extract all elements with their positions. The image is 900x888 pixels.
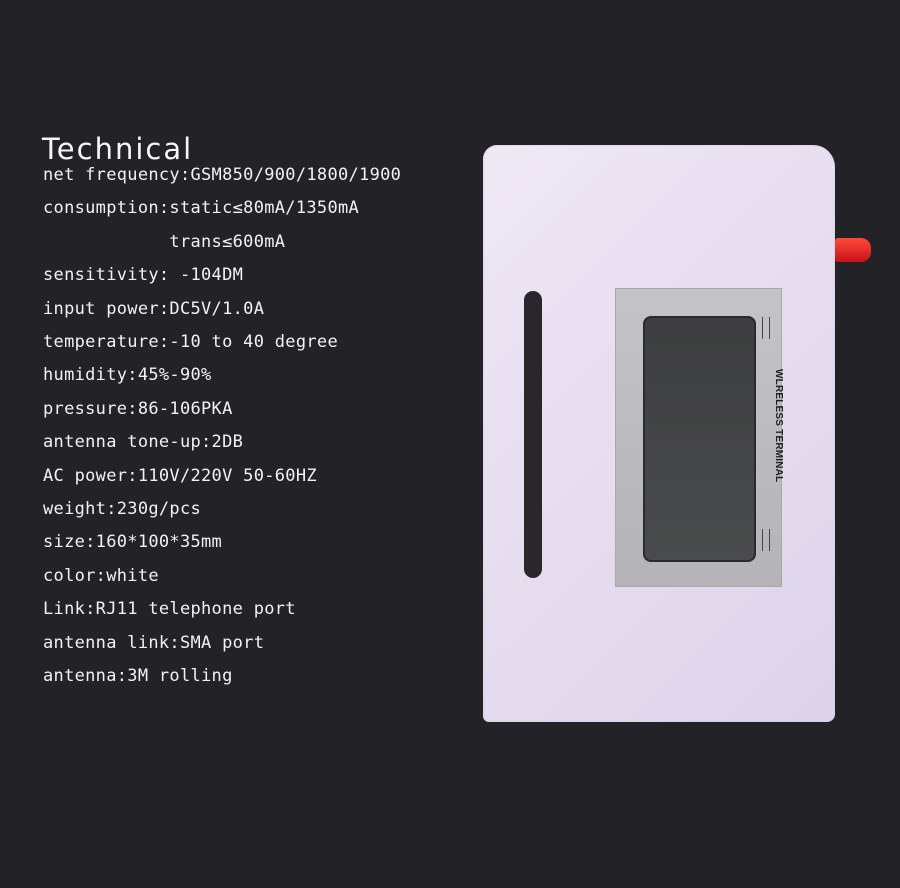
device-label: WLRELESS TERMINAL [773, 369, 784, 483]
lcd-frame: WLRELESS TERMINAL [615, 288, 784, 587]
spec-line: trans≤600mA [43, 231, 286, 252]
product-device: WLRELESS TERMINAL [483, 145, 835, 722]
antenna [835, 238, 871, 262]
spec-line: color:white [43, 565, 159, 586]
spec-line: net frequency:GSM850/900/1800/1900 [43, 165, 402, 185]
spec-line: pressure:86-106PKA [43, 398, 233, 419]
title: Technical [42, 132, 194, 166]
spec-line: input power:DC5V/1.0A [43, 298, 265, 319]
lcd-screen [643, 316, 756, 562]
spec-line: antenna:3M rolling [43, 666, 233, 686]
spec-line: temperature:-10 to 40 degree [43, 332, 338, 352]
spec-line: humidity:45%-90% [43, 365, 212, 386]
spec-line: Link:RJ11 telephone port [43, 599, 296, 620]
spec-line: weight:230g/pcs [43, 499, 202, 519]
decor-lines [762, 529, 770, 551]
card-slot [524, 291, 542, 578]
decor-lines [762, 317, 770, 339]
spec-line: sensitivity: -104DM [43, 265, 244, 286]
spec-line: AC power:110V/220V 50-60HZ [43, 465, 317, 486]
spec-line: antenna tone-up:2DB [43, 432, 244, 453]
spec-line: antenna link:SMA port [43, 632, 265, 653]
spec-line: size:160*100*35mm [43, 532, 223, 553]
spec-line: consumption:static≤80mA/1350mA [43, 198, 360, 219]
